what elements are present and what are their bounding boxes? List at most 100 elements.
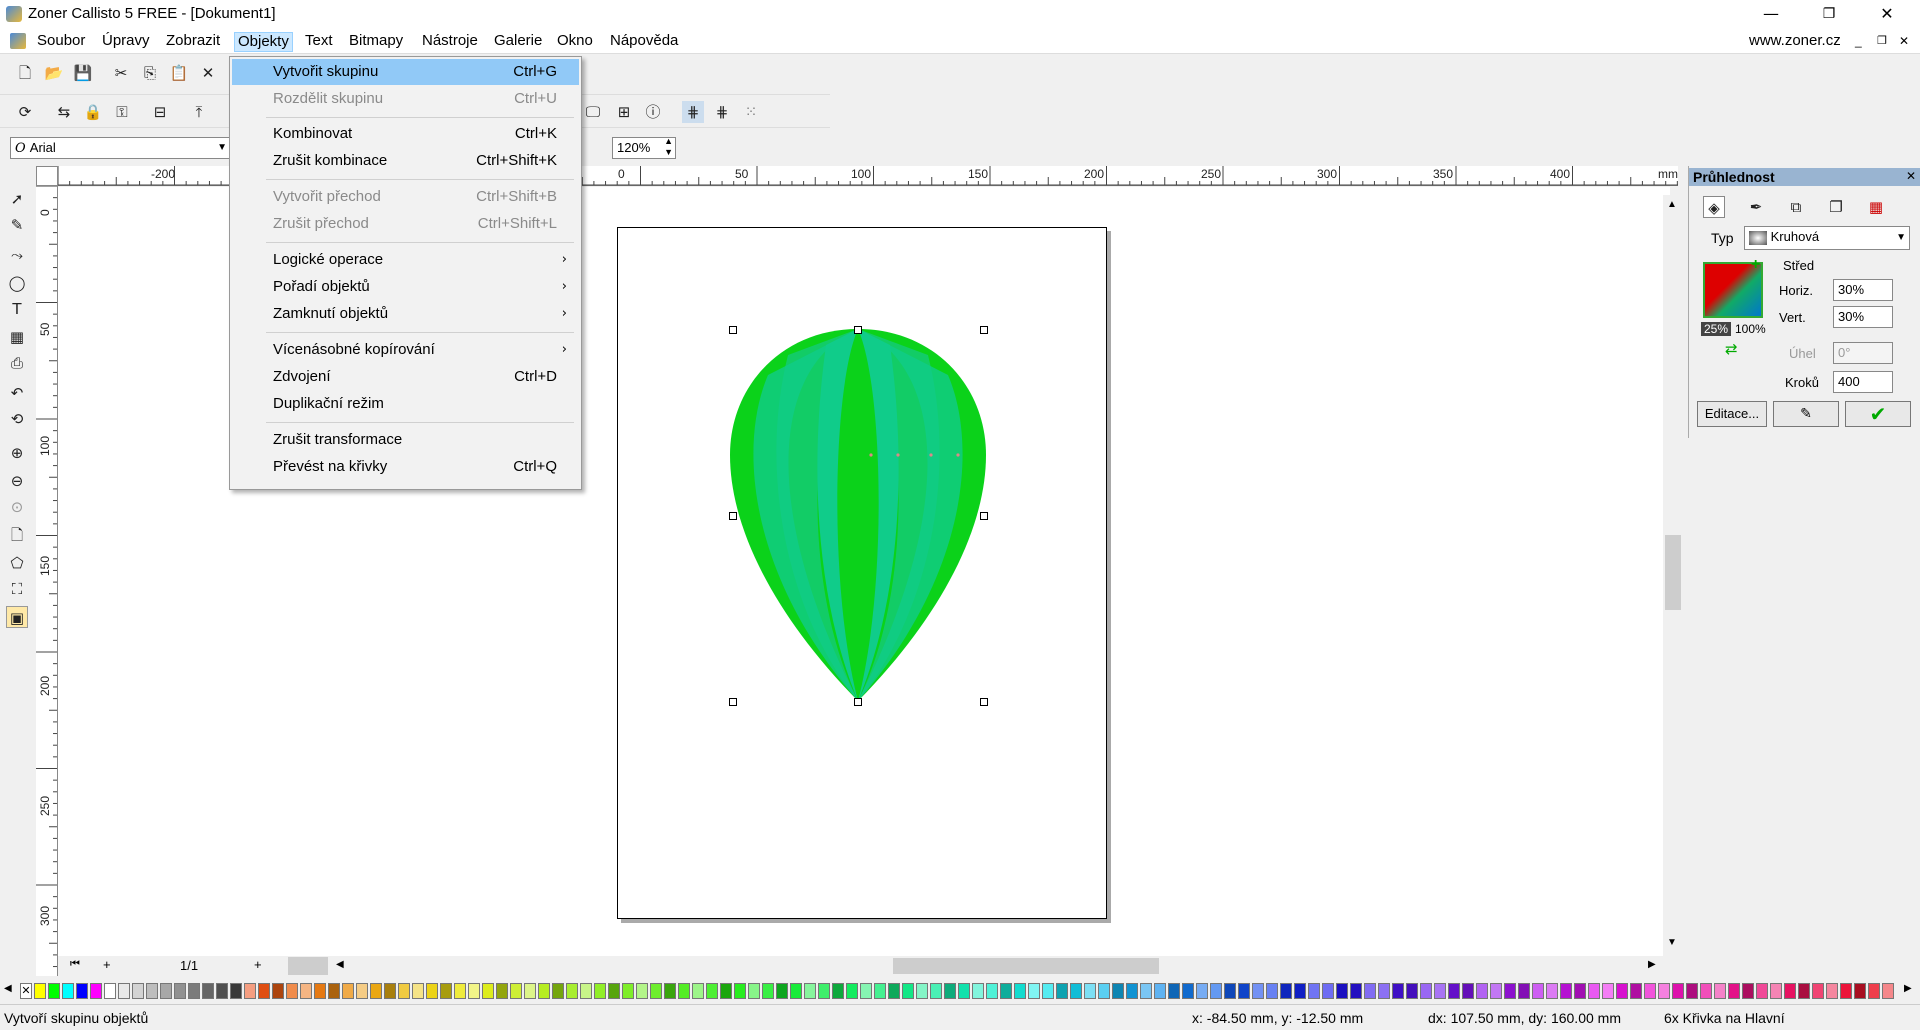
color-swatch[interactable] xyxy=(1308,983,1320,999)
color-swatch[interactable] xyxy=(734,983,746,999)
color-swatch[interactable] xyxy=(706,983,718,999)
menu-item-cancel-transformations[interactable]: Zrušit transformace xyxy=(232,427,579,453)
menu-item-combine[interactable]: Kombinovat Ctrl+K xyxy=(232,121,579,147)
select-tool-icon[interactable]: ➚ xyxy=(6,188,28,210)
color-swatch[interactable] xyxy=(328,983,340,999)
color-swatch[interactable] xyxy=(132,983,144,999)
color-swatch[interactable] xyxy=(1406,983,1418,999)
color-swatch[interactable] xyxy=(160,983,172,999)
lock-icon[interactable]: 🔒 xyxy=(82,101,104,123)
menu-galerie[interactable]: Galerie xyxy=(491,32,545,52)
color-swatch[interactable] xyxy=(972,983,984,999)
delete-icon[interactable]: ✕ xyxy=(197,62,219,84)
color-swatch[interactable] xyxy=(468,983,480,999)
selection-handle-top[interactable] xyxy=(854,326,862,334)
color-swatch[interactable] xyxy=(1630,983,1642,999)
website-link[interactable]: www.zoner.cz xyxy=(1746,32,1844,52)
color-swatch[interactable] xyxy=(34,983,46,999)
menu-okno[interactable]: Okno xyxy=(554,32,596,52)
menu-soubor[interactable]: Soubor xyxy=(34,32,88,52)
color-swatch[interactable] xyxy=(888,983,900,999)
zoom-fit-icon[interactable]: ⊙ xyxy=(6,496,28,518)
color-swatch[interactable] xyxy=(594,983,606,999)
mdi-restore-button[interactable]: ❐ xyxy=(1874,32,1890,52)
color-swatch[interactable] xyxy=(454,983,466,999)
color-swatch[interactable] xyxy=(1252,983,1264,999)
color-swatch[interactable] xyxy=(1854,983,1866,999)
menu-item-object-order[interactable]: Pořadí objektů › xyxy=(232,274,579,300)
color-swatch[interactable] xyxy=(1000,983,1012,999)
color-swatch[interactable] xyxy=(1126,983,1138,999)
color-swatch[interactable] xyxy=(62,983,74,999)
color-swatch[interactable] xyxy=(1294,983,1306,999)
fill-tab-icon[interactable]: ◈ xyxy=(1703,196,1725,218)
color-swatch[interactable] xyxy=(482,983,494,999)
copy-icon[interactable]: ⎘ xyxy=(139,62,161,84)
color-swatch[interactable] xyxy=(1448,983,1460,999)
selection-handle-bottom-left[interactable] xyxy=(729,698,737,706)
panel-close-icon[interactable]: ✕ xyxy=(1906,169,1916,183)
color-swatch[interactable] xyxy=(1196,983,1208,999)
color-swatch[interactable] xyxy=(860,983,872,999)
color-swatch[interactable] xyxy=(776,983,788,999)
color-swatch[interactable] xyxy=(48,983,60,999)
selection-handle-bottom[interactable] xyxy=(854,698,862,706)
menu-upravy[interactable]: Úpravy xyxy=(99,32,153,52)
color-swatch[interactable] xyxy=(692,983,704,999)
horiz-input[interactable]: 30% xyxy=(1833,279,1893,301)
node-edit-tool-icon[interactable]: ✎ xyxy=(6,214,28,236)
color-swatch[interactable] xyxy=(1574,983,1586,999)
menu-napoveda[interactable]: Nápověda xyxy=(607,32,681,52)
color-swatch[interactable] xyxy=(986,983,998,999)
vertical-scrollbar[interactable]: ▲ ▼ xyxy=(1663,195,1683,957)
color-swatch[interactable] xyxy=(426,983,438,999)
font-select[interactable]: O Arial ▼ xyxy=(10,137,230,159)
color-swatch[interactable] xyxy=(1266,983,1278,999)
color-swatch[interactable] xyxy=(300,983,312,999)
table-tool-icon[interactable]: ▦ xyxy=(6,326,28,348)
scroll-down-icon[interactable]: ▼ xyxy=(1667,937,1677,948)
page-scroll-thumb[interactable] xyxy=(288,957,328,975)
color-swatch[interactable] xyxy=(1546,983,1558,999)
scroll-up-icon[interactable]: ▲ xyxy=(1667,199,1677,210)
color-swatch[interactable] xyxy=(1042,983,1054,999)
color-swatch[interactable] xyxy=(1602,983,1614,999)
zoom-out-icon[interactable]: ⊖ xyxy=(6,470,28,492)
page-icon[interactable]: 🗋 xyxy=(6,524,28,546)
color-swatch[interactable] xyxy=(1462,983,1474,999)
menu-item-duplicate-mode[interactable]: Duplikační režim xyxy=(232,391,579,417)
restore-button[interactable]: ❐ xyxy=(1800,0,1858,28)
color-swatch[interactable] xyxy=(790,983,802,999)
color-swatch[interactable] xyxy=(76,983,88,999)
color-swatch[interactable] xyxy=(1014,983,1026,999)
zoom-field[interactable]: 120% ▲ ▼ xyxy=(612,136,676,159)
swap-icon[interactable]: ⇄ xyxy=(1725,340,1738,358)
fill-tool-icon[interactable]: ⬠ xyxy=(6,552,28,574)
vertical-scroll-thumb[interactable] xyxy=(1665,535,1681,610)
color-swatch[interactable] xyxy=(1742,983,1754,999)
balloon-shape[interactable] xyxy=(728,325,988,705)
steps-input[interactable]: 400 xyxy=(1833,371,1893,393)
align-icon[interactable]: ⊟ xyxy=(149,101,171,123)
color-swatch[interactable] xyxy=(1238,983,1250,999)
color-swatch[interactable] xyxy=(902,983,914,999)
minimize-button[interactable]: — xyxy=(1742,0,1800,28)
color-swatch[interactable] xyxy=(1728,983,1740,999)
color-swatch[interactable] xyxy=(804,983,816,999)
menu-text[interactable]: Text xyxy=(302,32,336,52)
color-swatch[interactable] xyxy=(1616,983,1628,999)
menu-bitmapy[interactable]: Bitmapy xyxy=(346,32,406,52)
info-icon[interactable]: ⓘ xyxy=(642,101,664,123)
color-swatch[interactable] xyxy=(1434,983,1446,999)
color-swatch[interactable] xyxy=(1658,983,1670,999)
selection-handle-top-left[interactable] xyxy=(729,326,737,334)
color-swatch[interactable] xyxy=(1322,983,1334,999)
color-swatch[interactable] xyxy=(1700,983,1712,999)
color-swatch[interactable] xyxy=(1420,983,1432,999)
color-swatch[interactable] xyxy=(538,983,550,999)
to-front-icon[interactable]: ⤒ xyxy=(188,101,210,123)
zoom-in-icon[interactable]: ⊕ xyxy=(6,442,28,464)
color-swatch[interactable] xyxy=(510,983,522,999)
color-swatch[interactable] xyxy=(1532,983,1544,999)
color-swatch[interactable] xyxy=(818,983,830,999)
